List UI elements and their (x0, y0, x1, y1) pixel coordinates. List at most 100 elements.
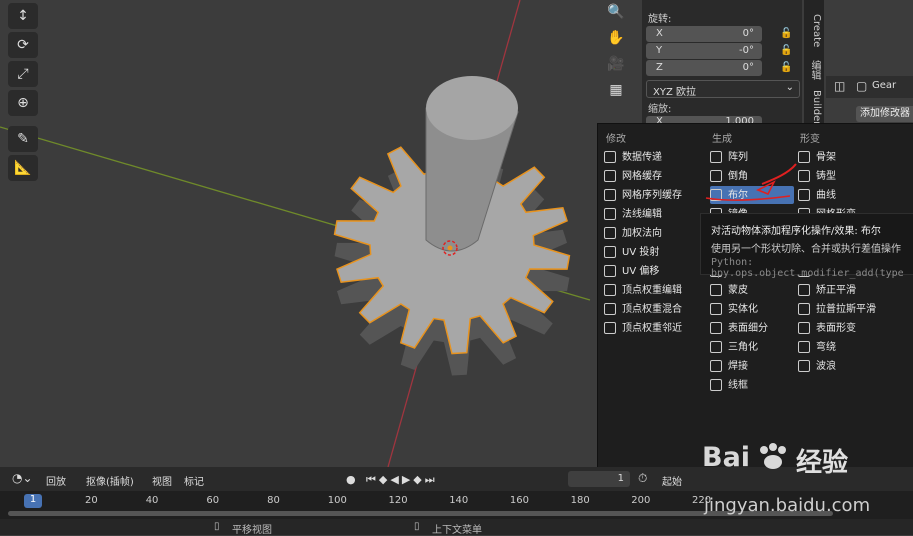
measure-tool-icon[interactable]: 📐 (8, 155, 38, 181)
menu-header-deform: 形变 (800, 134, 820, 145)
menu-item-modify[interactable]: 加权法向 (604, 224, 700, 242)
modifier-icon (604, 208, 616, 220)
marker-menu[interactable]: 标记 (184, 473, 204, 488)
modifier-icon (710, 303, 722, 315)
menu-item-deform[interactable]: 拉普拉斯平滑 (798, 300, 898, 318)
modifier-icon (798, 284, 810, 296)
menu-item-label: 加权法向 (622, 228, 662, 239)
object-origin (447, 245, 453, 251)
timeline-tick-label: 20 (85, 495, 98, 506)
menu-item-modify[interactable]: 网格序列缓存 (604, 186, 700, 204)
hand-pan-icon[interactable]: ✋ (604, 26, 628, 50)
add-modifier-button[interactable]: 添加修改器 (856, 106, 913, 122)
watermark-text: 经验 (796, 448, 849, 478)
annotate-tool-icon[interactable]: ✎ (8, 126, 38, 152)
menu-item-label: 三角化 (728, 342, 758, 353)
rotate-tool-icon[interactable]: ⟳ (8, 32, 38, 58)
modifier-icon (710, 322, 722, 334)
menu-item-label: 铸型 (816, 171, 836, 182)
rotation-y-field[interactable]: Y -0° (646, 43, 762, 59)
keying-menu[interactable]: 抠像(插帧) (86, 473, 134, 488)
menu-item-deform[interactable]: 表面形变 (798, 319, 898, 337)
rotation-z-field[interactable]: Z 0° (646, 60, 762, 76)
menu-item-deform[interactable]: 波浪 (798, 357, 898, 375)
watermark-url: jingyan.baidu.com (704, 495, 871, 516)
navigation-gizmo: 🔍 ✋ 🎥 ▦ (604, 0, 630, 104)
menu-item-generate[interactable]: 焊接 (710, 357, 794, 375)
paw-icon (756, 442, 790, 472)
playback-controls-icon[interactable]: ⏮◆◀▶◆⏭ (366, 473, 438, 487)
modifier-icon (604, 151, 616, 163)
modifier-icon (604, 227, 616, 239)
modifier-icon (604, 303, 616, 315)
current-frame-field[interactable]: 1 (568, 471, 630, 487)
tool-shelf: ↕ ⟳ ⤢ ⊕ ✎ 📐 (8, 0, 42, 184)
modifier-icon (710, 360, 722, 372)
tooltip-box: 对活动物体添加程序化操作/效果: 布尔 使用另一个形状切除、合并或执行差值操作 … (700, 213, 913, 279)
record-icon[interactable]: ● (346, 473, 356, 486)
menu-item-label: 焊接 (728, 361, 748, 372)
timeline-tick-label: 180 (570, 495, 590, 506)
timeline-tick-label: 160 (509, 495, 529, 506)
gear-object[interactable] (333, 107, 571, 376)
start-frame-label: 起始 (662, 477, 682, 488)
status-bar: ▯ 平移视图 ▯ 上下文菜单 (0, 519, 913, 536)
zoom-icon[interactable]: 🔍 (604, 0, 628, 24)
modifier-icon (798, 341, 810, 353)
timeline-tick-label: 100 (327, 495, 347, 506)
rotation-x-field[interactable]: X 0° (646, 26, 762, 42)
tab-create[interactable]: Create (806, 14, 822, 47)
menu-item-generate[interactable]: 三角化 (710, 338, 794, 356)
transform-tool-icon[interactable]: ⊕ (8, 90, 38, 116)
menu-item-label: 蒙皮 (728, 285, 748, 296)
menu-item-label: 线框 (728, 380, 748, 391)
menu-item-generate[interactable]: 蒙皮 (710, 281, 794, 299)
tab-builder[interactable]: Builder (806, 90, 822, 125)
menu-item-modify[interactable]: 顶点权重编辑 (604, 281, 700, 299)
menu-item-label: 顶点权重混合 (622, 304, 682, 315)
menu-item-deform[interactable]: 骨架 (798, 148, 898, 166)
playback-menu[interactable]: 回放 (46, 473, 66, 488)
tooltip-python: Python: bpy.ops.object.modifier_add(type (711, 257, 904, 279)
menu-item-deform[interactable]: 弯绕 (798, 338, 898, 356)
menu-item-modify[interactable]: 数据传递 (604, 148, 700, 166)
grid-perspective-icon[interactable]: ▦ (604, 78, 628, 102)
menu-item-modify[interactable]: 网格缓存 (604, 167, 700, 185)
clock-icon[interactable]: ◔⌄ (12, 471, 33, 485)
modifier-icon (710, 341, 722, 353)
move-tool-icon[interactable]: ↕ (8, 3, 38, 29)
menu-item-modify[interactable]: 顶点权重混合 (604, 300, 700, 318)
tab-edit[interactable]: 编辑 (806, 60, 822, 80)
lock-icon[interactable]: 🔓 (780, 45, 792, 57)
camera-icon[interactable]: 🎥 (604, 52, 628, 76)
tooltip-description: 使用另一个形状切除、合并或执行差值操作 (711, 244, 901, 255)
menu-item-modify[interactable]: UV 偏移 (604, 262, 700, 280)
timeline-tick-label: 200 (631, 495, 651, 506)
menu-item-generate[interactable]: 线框 (710, 376, 794, 394)
modifier-icon (604, 189, 616, 201)
object-name[interactable]: Gear (872, 80, 896, 91)
menu-item-label: UV 偏移 (622, 266, 660, 277)
red-annotation-arrow (705, 163, 797, 201)
view-menu[interactable]: 视图 (152, 473, 172, 488)
menu-item-modify[interactable]: UV 投射 (604, 243, 700, 261)
menu-item-modify[interactable]: 法线编辑 (604, 205, 700, 223)
menu-item-deform[interactable]: 铸型 (798, 167, 898, 185)
timeline-tick-label: 140 (449, 495, 469, 506)
lock-icon[interactable]: 🔓 (780, 62, 792, 74)
current-frame-indicator[interactable]: 1 (24, 494, 42, 508)
menu-item-modify[interactable]: 顶点权重邻近 (604, 319, 700, 337)
menu-item-generate[interactable]: 实体化 (710, 300, 794, 318)
rotation-mode-select[interactable]: XYZ 欧拉 ⌄ (646, 80, 800, 98)
menu-item-deform[interactable]: 矫正平滑 (798, 281, 898, 299)
mouse-right-icon: ▯ (414, 521, 420, 532)
object-type-icon[interactable]: ◫ (834, 79, 845, 93)
modifier-icon (604, 265, 616, 277)
lock-icon[interactable]: 🔓 (780, 28, 792, 40)
stopwatch-icon[interactable]: ⏱ (638, 471, 647, 486)
menu-item-generate[interactable]: 表面细分 (710, 319, 794, 337)
scale-tool-icon[interactable]: ⤢ (8, 61, 38, 87)
sidebar-tabs: Create 编辑 Builder (804, 0, 824, 130)
menu-item-deform[interactable]: 曲线 (798, 186, 898, 204)
tooltip-title: 对活动物体添加程序化操作/效果: 布尔 (711, 226, 881, 237)
